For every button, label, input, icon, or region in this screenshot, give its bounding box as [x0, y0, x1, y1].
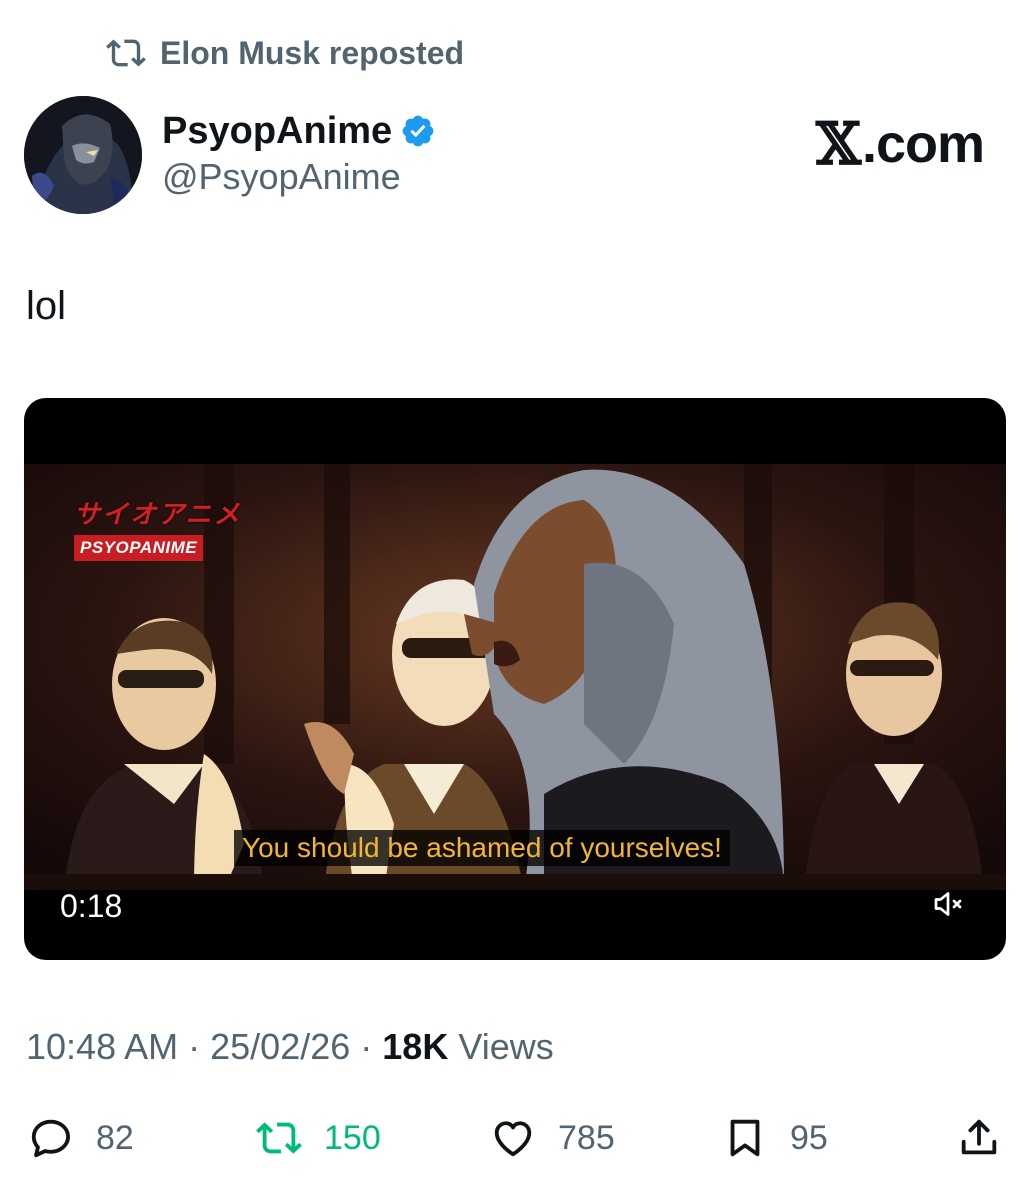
- like-count: 785: [558, 1118, 615, 1157]
- tweet-time[interactable]: 10:48 AM: [26, 1026, 178, 1067]
- bookmark-count: 95: [790, 1118, 828, 1157]
- author-display-name: PsyopAnime: [162, 109, 393, 152]
- watermark-label: PSYOPANIME: [74, 535, 204, 561]
- repost-icon: [106, 39, 146, 67]
- avatar[interactable]: [24, 96, 142, 214]
- author-handle[interactable]: @PsyopAnime: [162, 156, 401, 198]
- video-subtitle: You should be ashamed of yourselves!: [234, 830, 730, 866]
- tweet-meta: 10:48 AM · 25/02/26 · 18K Views: [26, 1026, 554, 1068]
- video-duration: 0:18: [60, 888, 123, 924]
- repost-button[interactable]: 150: [256, 1110, 381, 1166]
- repost-label: Elon Musk reposted: [160, 34, 465, 71]
- tweet-date[interactable]: 25/02/26: [210, 1026, 350, 1067]
- avatar-image: [24, 96, 142, 214]
- share-button[interactable]: [956, 1110, 1002, 1166]
- video-watermark: サイオアニメ PSYOPANIME: [74, 494, 241, 561]
- like-button[interactable]: 785: [490, 1110, 615, 1166]
- bookmark-button[interactable]: 95: [722, 1110, 828, 1166]
- verified-badge-icon: [402, 115, 434, 147]
- tweet-text: lol: [26, 284, 67, 328]
- views-count: 18K: [382, 1026, 449, 1067]
- video-player[interactable]: サイオアニメ PSYOPANIME You should be ashamed …: [24, 398, 1006, 960]
- bookmark-icon: [730, 1119, 760, 1157]
- author-name-row[interactable]: PsyopAnime: [162, 108, 436, 154]
- meta-separator: ·: [188, 1026, 211, 1067]
- watermark-kana: サイオアニメ: [74, 500, 242, 530]
- action-bar: 82 150 785 95: [0, 1110, 1030, 1166]
- xcom-logo: 𝕏 .com: [815, 110, 985, 178]
- repost-count: 150: [324, 1118, 381, 1157]
- heart-icon: [494, 1121, 532, 1157]
- reply-icon: [31, 1119, 70, 1158]
- repost-indicator[interactable]: Elon Musk reposted: [106, 30, 464, 76]
- meta-separator: ·: [360, 1026, 383, 1067]
- reply-button[interactable]: 82: [28, 1110, 134, 1166]
- xcom-logo-text: .com: [861, 114, 985, 174]
- views-label: Views: [458, 1026, 554, 1067]
- repost-action-icon: [256, 1122, 302, 1154]
- mute-icon[interactable]: [930, 886, 966, 922]
- share-icon: [961, 1119, 997, 1155]
- x-logo-icon: 𝕏: [815, 110, 861, 178]
- reply-count: 82: [96, 1118, 134, 1157]
